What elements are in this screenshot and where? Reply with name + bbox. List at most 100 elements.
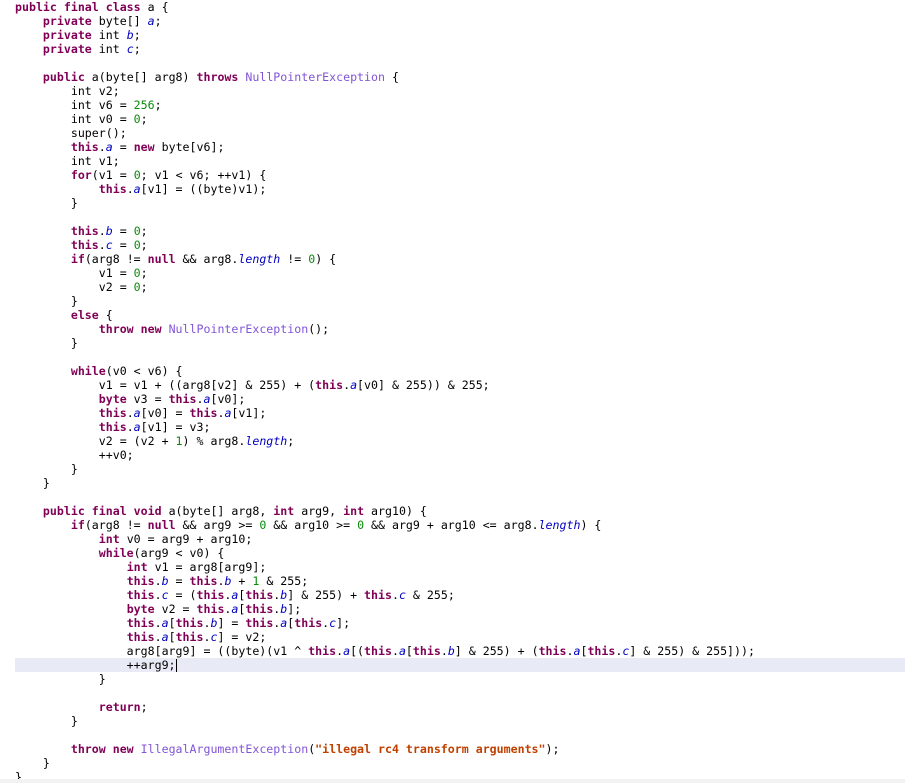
code-line[interactable]: this.a[v1] = v3; (15, 420, 905, 434)
code-line[interactable]: } (15, 336, 905, 350)
code-line[interactable]: this.b = 0; (15, 224, 905, 238)
code-token: for (70, 168, 92, 182)
code-line[interactable]: v2 = 0; (15, 280, 905, 294)
code-token: } (15, 756, 50, 770)
code-line[interactable]: byte v2 = this.a[this.b]; (15, 602, 905, 616)
code-line[interactable] (15, 728, 905, 742)
code-line[interactable] (15, 210, 905, 224)
code-line[interactable]: int v2; (15, 84, 905, 98)
code-token: ++v0; (15, 448, 134, 462)
code-token: a(byte[] arg8) (84, 70, 197, 84)
code-line[interactable] (15, 56, 905, 70)
code-token: ] & 255) + ( (454, 644, 539, 658)
code-token: [ (168, 630, 176, 644)
code-token: while (98, 546, 134, 560)
code-line[interactable]: int v1; (15, 154, 905, 168)
code-line[interactable]: this.a[this.c] = v2; (15, 630, 905, 644)
code-line-current[interactable]: ++arg9; (15, 658, 905, 672)
code-line[interactable]: int v1 = arg8[arg9]; (15, 560, 905, 574)
code-token: ; (140, 700, 148, 714)
code-line[interactable]: v1 = 0; (15, 266, 905, 280)
code-token: && arg9 + arg10 <= arg8. (364, 518, 539, 532)
code-line[interactable]: this.a[this.b] = this.a[this.c]; (15, 616, 905, 630)
code-line[interactable]: this.c = 0; (15, 238, 905, 252)
code-editor[interactable]: public final class a { private byte[] a;… (0, 0, 905, 783)
code-line[interactable]: else { (15, 308, 905, 322)
code-line[interactable]: ++v0; (15, 448, 905, 462)
code-token: this (245, 588, 274, 602)
code-token: { (384, 70, 399, 84)
code-line[interactable]: } (15, 196, 905, 210)
code-line[interactable]: if(arg8 != null && arg8.length != 0) { (15, 252, 905, 266)
code-line[interactable]: } (15, 714, 905, 728)
code-line[interactable]: public final void a(byte[] arg8, int arg… (15, 504, 905, 518)
code-line[interactable]: private int b; (15, 28, 905, 42)
code-line[interactable]: this.c = (this.a[this.b] & 255) + this.c… (15, 588, 905, 602)
code-line[interactable]: } (15, 756, 905, 770)
code-line[interactable]: private byte[] a; (15, 14, 905, 28)
code-line[interactable]: throw new NullPointerException(); (15, 322, 905, 336)
code-line[interactable]: } (15, 476, 905, 490)
code-line[interactable] (15, 350, 905, 364)
code-line[interactable]: while(v0 < v6) { (15, 364, 905, 378)
code-token: b (161, 574, 169, 588)
code-line[interactable]: v1 = v1 + ((arg8[v2] & 255) + (this.a[v0… (15, 378, 905, 392)
code-token: a (161, 616, 169, 630)
code-line[interactable] (15, 490, 905, 504)
code-token: this (315, 378, 344, 392)
code-line[interactable]: for(v1 = 0; v1 < v6; ++v1) { (15, 168, 905, 182)
code-token: return (98, 700, 141, 714)
code-line[interactable]: public a(byte[] arg8) throws NullPointer… (15, 70, 905, 84)
code-token: c (126, 42, 134, 56)
code-line[interactable]: } (15, 462, 905, 476)
horizontal-scrollbar[interactable] (0, 779, 905, 783)
code-line[interactable]: if(arg8 != null && arg9 >= 0 && arg10 >=… (15, 518, 905, 532)
code-token: } (15, 476, 50, 490)
code-line[interactable]: v2 = (v2 + 1) % arg8.length; (15, 434, 905, 448)
code-token: this (587, 644, 616, 658)
code-token: this (175, 630, 204, 644)
code-token: int v2; (15, 84, 120, 98)
code-token: a (147, 14, 155, 28)
code-line[interactable]: return; (15, 700, 905, 714)
code-line[interactable]: throw new IllegalArgumentException("ille… (15, 742, 905, 756)
code-line[interactable]: int v0 = arg9 + arg10; (15, 532, 905, 546)
code-line[interactable]: } (15, 672, 905, 686)
code-line[interactable]: super(); (15, 126, 905, 140)
code-line[interactable]: private int c; (15, 42, 905, 56)
code-line[interactable]: while(arg9 < v0) { (15, 546, 905, 560)
code-token: a (105, 140, 113, 154)
code-token: = (112, 224, 134, 238)
code-line[interactable]: this.a = new byte[v6]; (15, 140, 905, 154)
code-token: v2 = (15, 280, 134, 294)
code-line[interactable]: public final class a { (15, 0, 905, 14)
code-token: (arg8 != (84, 252, 148, 266)
code-line[interactable]: int v0 = 0; (15, 112, 905, 126)
code-token: } (15, 462, 78, 476)
code-line[interactable] (15, 686, 905, 700)
code-token: b (447, 644, 455, 658)
code-line[interactable]: this.b = this.b + 1 & 255; (15, 574, 905, 588)
code-line[interactable]: arg8[arg9] = ((byte)(v1 ^ this.a[(this.a… (15, 644, 905, 658)
code-line[interactable]: byte v3 = this.a[v0]; (15, 392, 905, 406)
code-token: this (364, 588, 392, 602)
code-token: . (126, 182, 134, 196)
code-token: c (398, 588, 406, 602)
code-lines[interactable]: public final class a { private byte[] a;… (15, 0, 905, 783)
code-line[interactable]: this.a[v0] = this.a[v1]; (15, 406, 905, 420)
code-line[interactable]: this.a[v1] = ((byte)v1); (15, 182, 905, 196)
code-line[interactable]: } (15, 294, 905, 308)
code-token: this (294, 616, 323, 630)
code-token: length (238, 252, 281, 266)
code-token: this (245, 616, 274, 630)
code-token: v2 = (154, 602, 197, 616)
code-line[interactable]: int v6 = 256; (15, 98, 905, 112)
